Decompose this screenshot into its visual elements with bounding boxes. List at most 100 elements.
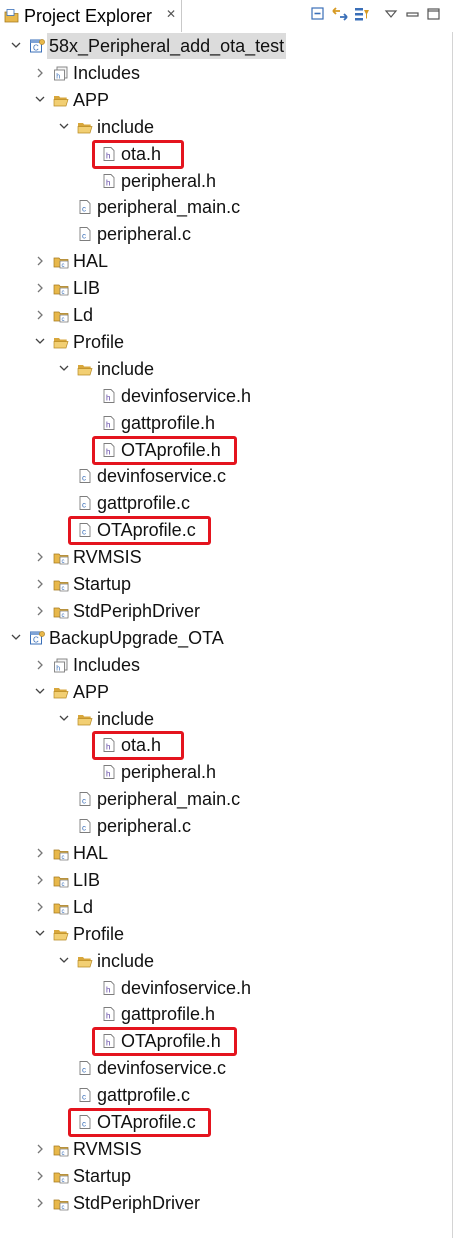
tree-item[interactable]: c OTAprofile.c [0,517,453,543]
svg-text:c: c [82,474,86,483]
tree-item[interactable]: c peripheral_main.c [0,786,453,812]
tree-item-label: devinfoservice.c [97,1058,227,1079]
tree-item[interactable]: h Includes [0,652,453,678]
chevron-down-icon[interactable] [33,679,47,705]
tree-item[interactable]: c gattprofile.c [0,490,453,516]
tree-item[interactable]: include [0,356,453,382]
tree-item[interactable]: include [0,114,453,140]
svg-text:h: h [106,447,110,456]
tree-item[interactable]: C 58x_Peripheral_add_ota_test [0,33,453,59]
tree-item[interactable]: h OTAprofile.h [0,437,453,463]
filters-icon[interactable] [352,4,372,24]
c-file-icon: c [79,200,91,215]
minimize-icon[interactable] [403,4,423,24]
chevron-down-icon[interactable] [57,114,71,140]
close-icon[interactable]: ✕ [166,7,176,21]
maximize-icon[interactable] [424,4,444,24]
tree-item[interactable]: c HAL [0,840,453,866]
tree-item-label: peripheral.h [121,762,217,783]
tree-item[interactable]: Profile [0,329,453,355]
project-explorer-tab[interactable]: Project Explorer ✕ [0,0,182,32]
svg-text:h: h [106,1012,110,1021]
tree-item[interactable]: h Includes [0,60,453,86]
tree-item[interactable]: c peripheral_main.c [0,194,453,220]
tree-item-label: HAL [73,251,109,272]
tree-item[interactable]: c RVMSIS [0,1136,453,1162]
tree-item[interactable]: h devinfoservice.h [0,975,453,1001]
project-icon: C [30,630,45,645]
c-file-icon: c [79,1115,91,1129]
tree-item[interactable]: h peripheral.h [0,168,453,194]
tree-item[interactable]: h ota.h [0,732,453,758]
tree-item[interactable]: h ota.h [0,141,453,167]
chevron-down-icon[interactable] [57,706,71,732]
tree-item-label: StdPeriphDriver [73,600,201,621]
chevron-right-icon[interactable] [33,652,47,678]
tree-item[interactable]: c Startup [0,1163,453,1189]
tree-item[interactable]: c peripheral.c [0,813,453,839]
tree-item[interactable]: c devinfoservice.c [0,1055,453,1081]
view-title: Project Explorer [24,6,153,26]
header-file-icon: h [103,415,115,430]
chevron-right-icon[interactable] [33,1136,47,1162]
chevron-down-icon[interactable] [9,33,23,59]
chevron-right-icon[interactable] [33,60,47,86]
tree-item[interactable]: h peripheral.h [0,759,453,785]
tree-item[interactable]: c Ld [0,894,453,920]
chevron-right-icon[interactable] [33,867,47,893]
tree-item[interactable]: c HAL [0,248,453,274]
c-file-icon: c [79,819,91,834]
tree-item[interactable]: include [0,706,453,732]
tree-item[interactable]: h OTAprofile.h [0,1028,453,1054]
tree-item[interactable]: APP [0,679,453,705]
chevron-down-icon[interactable] [57,948,71,974]
tree-item[interactable]: c LIB [0,867,453,893]
chevron-right-icon[interactable] [33,840,47,866]
tree-item[interactable]: C BackupUpgrade_OTA [0,625,453,651]
tree-item[interactable]: c LIB [0,275,453,301]
folder-open-icon [77,364,93,376]
tree-item[interactable]: c Ld [0,302,453,328]
tree-item-label: APP [73,681,110,702]
tree-item[interactable]: h gattprofile.h [0,410,453,436]
chevron-right-icon[interactable] [33,302,47,328]
tree-item[interactable]: h devinfoservice.h [0,383,453,409]
tree-item[interactable]: c peripheral.c [0,221,453,247]
svg-text:c: c [62,855,65,861]
tree-item-label: peripheral.c [97,816,192,837]
tree-item[interactable]: c OTAprofile.c [0,1109,453,1135]
folder-open-icon [53,337,69,349]
tree-item[interactable]: c Startup [0,571,453,597]
chevron-right-icon[interactable] [33,248,47,274]
chevron-right-icon[interactable] [33,598,47,624]
link-with-editor-icon[interactable] [330,4,350,24]
header-file-icon: h [103,388,115,403]
chevron-right-icon[interactable] [33,1163,47,1189]
tree-item[interactable]: APP [0,87,453,113]
chevron-down-icon[interactable] [33,921,47,947]
includes-icon: h [54,66,68,80]
chevron-down-icon[interactable] [9,625,23,651]
chevron-down-icon[interactable] [57,356,71,382]
chevron-right-icon[interactable] [33,571,47,597]
tree-item[interactable]: include [0,948,453,974]
collapse-all-icon[interactable] [308,4,328,24]
chevron-right-icon[interactable] [33,894,47,920]
tree-item[interactable]: h gattprofile.h [0,1001,453,1027]
tree-item[interactable]: c StdPeriphDriver [0,1190,453,1216]
tree-item[interactable]: c RVMSIS [0,544,453,570]
chevron-right-icon[interactable] [33,275,47,301]
tree-item[interactable]: c gattprofile.c [0,1082,453,1108]
chevron-down-icon[interactable] [33,87,47,113]
source-folder-icon: c [53,553,69,565]
chevron-right-icon[interactable] [33,544,47,570]
svg-text:c: c [62,559,65,565]
tree-item[interactable]: Profile [0,921,453,947]
chevron-down-icon[interactable] [33,329,47,355]
source-folder-icon: c [53,284,69,296]
chevron-right-icon[interactable] [33,1190,47,1216]
tree-item[interactable]: c StdPeriphDriver [0,598,453,624]
svg-text:c: c [62,263,65,269]
view-menu-icon[interactable] [381,4,401,24]
tree-item[interactable]: c devinfoservice.c [0,463,453,489]
